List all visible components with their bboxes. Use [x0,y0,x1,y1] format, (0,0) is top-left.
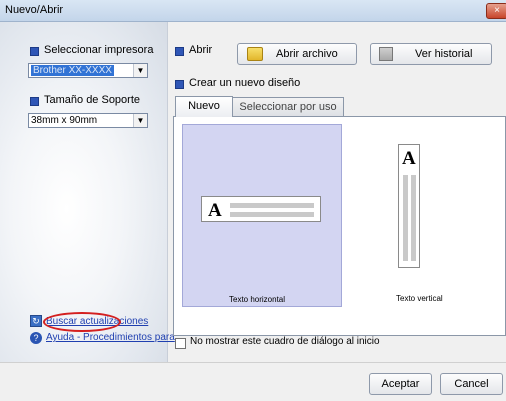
help-icon: ? [30,332,42,344]
media-size-select[interactable]: 38mm x 90mm ▼ [28,113,148,128]
template-vertical-text[interactable]: A Texto vertical [346,124,506,307]
red-annotation-circle [43,312,121,332]
template-glyph: A [402,148,416,169]
preview-line [230,212,314,217]
template-label: Texto horizontal [229,295,286,304]
close-button[interactable]: × [486,3,506,19]
printer-select-value: Brother XX-XXXX [31,65,114,76]
dont-show-label[interactable]: No mostrar este cuadro de diálogo al ini… [190,336,380,347]
preview-line [230,203,314,208]
printer-option-icon [30,47,39,56]
tab-new[interactable]: Nuevo [175,96,233,117]
open-file-button[interactable]: Abrir archivo [237,43,357,65]
open-option-icon [175,47,184,56]
window-title: Nuevo/Abrir [5,4,64,16]
vertical-text-preview: A [398,144,420,268]
history-icon [379,47,393,61]
media-size-label: Tamaño de Soporte [44,94,141,106]
template-label: Texto vertical [396,294,443,303]
left-panel: Seleccionar impresora Brother XX-XXXX ▼ … [0,22,175,362]
update-icon: ↻ [30,315,42,327]
dont-show-checkbox[interactable] [175,338,186,349]
view-history-button[interactable]: Ver historial [370,43,492,65]
media-size-select-value: 38mm x 90mm [31,115,98,126]
chevron-down-icon[interactable]: ▼ [133,114,147,127]
title-bar: Nuevo/Abrir × [0,0,506,22]
template-glyph: A [208,200,222,221]
new-design-option-icon [175,80,184,89]
preview-line [411,175,416,261]
printer-label: Seleccionar impresora [44,44,154,56]
template-horizontal-text[interactable]: A Texto horizontal [182,124,342,307]
open-option-label[interactable]: Abrir [189,44,212,56]
footer-divider [0,362,506,363]
tab-select-by-use[interactable]: Seleccionar por uso [232,97,344,117]
chevron-down-icon[interactable]: ▼ [133,64,147,77]
preview-line [403,175,408,261]
open-file-label: Abrir archivo [276,48,338,60]
cancel-button[interactable]: Cancel [440,373,503,395]
folder-icon [247,47,263,61]
view-history-label: Ver historial [415,48,473,60]
help-link[interactable]: Ayuda - Procedimientos para [46,332,175,343]
ok-button[interactable]: Aceptar [369,373,432,395]
new-open-dialog: Nuevo/Abrir × Seleccionar impresora Brot… [0,0,506,401]
media-option-icon [30,97,39,106]
templates-panel: A Texto horizontal A Texto vertical [173,116,506,336]
horizontal-text-preview: A [201,196,321,222]
new-design-label[interactable]: Crear un nuevo diseño [189,77,300,89]
printer-select[interactable]: Brother XX-XXXX ▼ [28,63,148,78]
